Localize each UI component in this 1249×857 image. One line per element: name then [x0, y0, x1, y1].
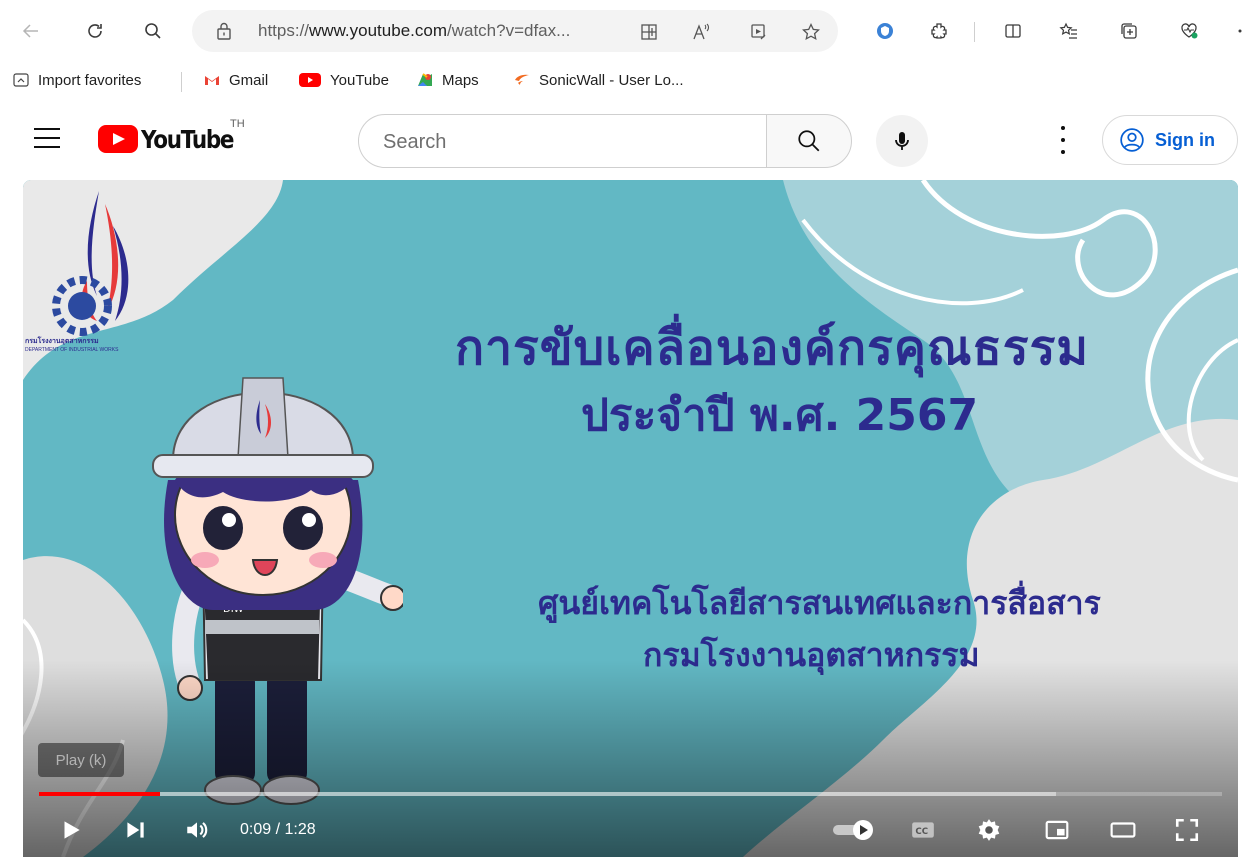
favorite-label: Import favorites — [38, 71, 142, 89]
url-host: www.youtube.com — [309, 21, 447, 40]
captions-button[interactable]: CC — [903, 812, 943, 848]
volume-button[interactable] — [177, 812, 217, 848]
search-button[interactable] — [766, 114, 852, 168]
department-logo-caption: กรมโรงงานอุตสาหกรรม — [25, 338, 99, 345]
svg-text:CC: CC — [915, 827, 928, 837]
theater-mode-button[interactable] — [1103, 812, 1143, 848]
split-screen-icon[interactable] — [996, 14, 1030, 48]
favorite-youtube[interactable]: YouTube — [298, 69, 389, 91]
favorite-maps[interactable]: Maps — [416, 69, 479, 91]
search-input[interactable]: Search — [358, 114, 766, 168]
sign-in-button[interactable]: Sign in — [1102, 115, 1238, 165]
progress-played — [39, 792, 161, 796]
fullscreen-icon — [1175, 818, 1199, 842]
media-icon[interactable] — [748, 21, 770, 43]
favorite-star-icon[interactable] — [800, 21, 822, 43]
microphone-icon — [895, 132, 909, 150]
favorite-label: SonicWall - User Lo... — [539, 71, 684, 89]
next-icon — [127, 822, 144, 838]
extension-shield-icon[interactable] — [868, 14, 902, 48]
theater-mode-icon — [1110, 822, 1136, 838]
favorite-label: Maps — [442, 71, 479, 89]
address-bar[interactable]: https://www.youtube.com/watch?v=dfax... — [192, 10, 838, 52]
search-icon — [798, 130, 820, 152]
refresh-icon[interactable] — [78, 14, 112, 48]
video-title-line-2: ประจำปี พ.ศ. 2567 — [581, 390, 979, 441]
gmail-icon — [203, 71, 221, 89]
health-icon[interactable] — [1172, 14, 1206, 48]
back-icon[interactable] — [14, 14, 48, 48]
copilot-icon[interactable] — [922, 14, 956, 48]
browser-toolbar: https://www.youtube.com/watch?v=dfax... — [0, 0, 1249, 62]
play-button[interactable] — [51, 812, 91, 848]
sign-in-label: Sign in — [1155, 129, 1215, 150]
collections-icon[interactable] — [1112, 14, 1146, 48]
settings-more-icon[interactable] — [1050, 126, 1076, 154]
toolbar-divider — [974, 22, 975, 42]
read-aloud-icon[interactable] — [690, 21, 712, 43]
favorite-label: YouTube — [330, 71, 389, 89]
miniplayer-button[interactable] — [1037, 812, 1077, 848]
url-prefix: https:// — [258, 21, 310, 40]
miniplayer-icon — [1045, 820, 1069, 840]
maps-icon — [416, 71, 434, 89]
account-icon — [1120, 128, 1144, 152]
favorite-sonicwall[interactable]: SonicWall - User Lo... — [513, 69, 684, 91]
youtube-icon — [298, 71, 322, 89]
favorite-gmail[interactable]: Gmail — [203, 69, 268, 91]
video-title-line-1: การขับเคลื่อนองค์กรคุณธรรม — [455, 320, 1090, 376]
favorites-icon[interactable] — [1052, 14, 1086, 48]
youtube-play-logo-icon — [98, 125, 138, 153]
youtube-logo[interactable]: YouTube TH — [98, 118, 248, 154]
play-tooltip: Play (k) — [38, 743, 124, 777]
next-button[interactable] — [115, 812, 155, 848]
time-display: 0:09 / 1:28 — [240, 821, 316, 838]
gear-icon — [978, 819, 1000, 841]
autoplay-toggle-icon — [833, 820, 873, 840]
captions-icon: CC — [912, 822, 934, 838]
menu-icon[interactable] — [34, 128, 60, 150]
import-icon — [12, 71, 30, 89]
youtube-header: YouTube TH Search Sign in — [0, 98, 1249, 180]
favorites-bar: Import favorites Gmail YouTube Maps Soni… — [0, 62, 1249, 98]
settings-button[interactable] — [969, 812, 1009, 848]
video-player[interactable]: กรมโรงงานอุตสาหกรรม DEPARTMENT OF INDUST… — [23, 180, 1238, 857]
more-icon[interactable] — [1230, 14, 1249, 48]
address-url[interactable]: https://www.youtube.com/watch?v=dfax... — [258, 21, 570, 41]
progress-loaded — [39, 792, 1057, 796]
sonicwall-icon — [513, 71, 531, 89]
volume-icon — [187, 822, 208, 838]
search-icon[interactable] — [136, 14, 170, 48]
favorite-label: Gmail — [229, 71, 269, 89]
voice-search-button[interactable] — [876, 115, 928, 167]
app-grid-icon[interactable] — [638, 21, 660, 43]
video-subtitle-line-1: ศูนย์เทคโนโลยีสารสนเทศและการสื่อสาร — [538, 584, 1101, 622]
url-path: /watch?v=dfax... — [446, 21, 571, 40]
search-placeholder: Search — [383, 131, 447, 153]
favorite-import[interactable]: Import favorites — [12, 69, 141, 91]
fullscreen-button[interactable] — [1167, 812, 1207, 848]
play-icon — [64, 821, 80, 839]
autoplay-toggle[interactable] — [829, 812, 879, 848]
region-code: TH — [230, 118, 245, 130]
progress-bar[interactable] — [39, 792, 1222, 796]
lock-icon[interactable] — [214, 21, 234, 41]
department-logo-caption-en: DEPARTMENT OF INDUSTRIAL WORKS — [25, 347, 119, 353]
favorites-divider — [181, 72, 182, 92]
youtube-wordmark: YouTube — [141, 124, 235, 154]
